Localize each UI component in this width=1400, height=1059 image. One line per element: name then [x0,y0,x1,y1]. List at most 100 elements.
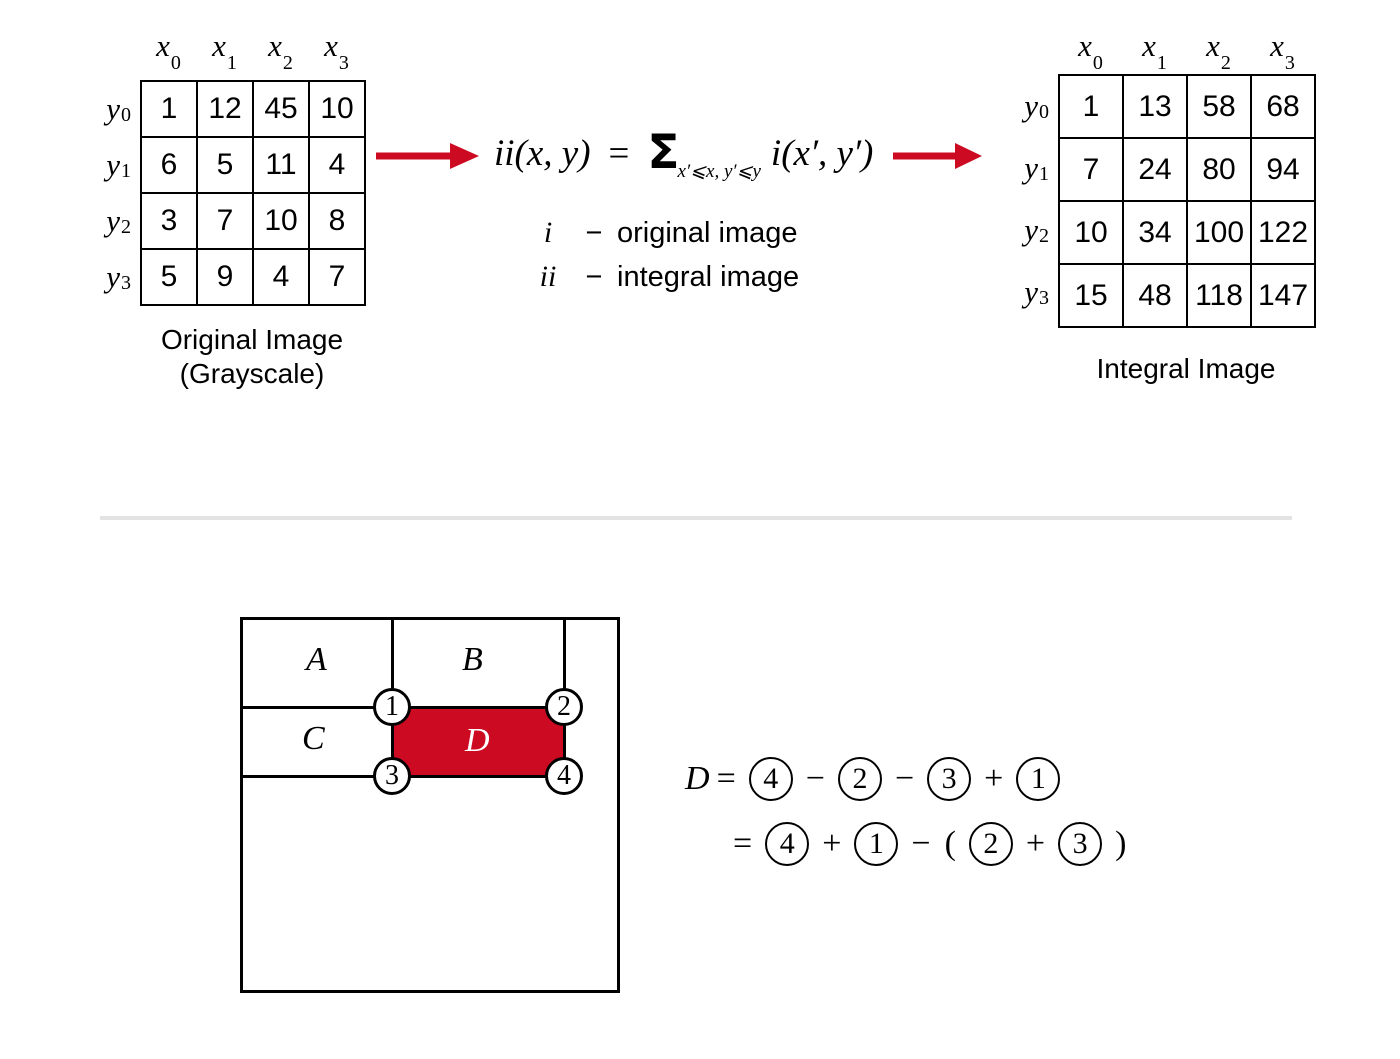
int-row-header-y3-sub: 3 [1039,287,1049,309]
equation-equals-2: = [733,825,753,862]
equation-op-plus-1: + [984,760,1004,797]
table-row: 6 5 11 4 [140,136,366,194]
col-header-x3-sub: 3 [338,52,349,75]
legend-symbol-ii: ii [539,260,557,293]
legend-dash-1: − [585,261,603,293]
cell-y2-x3: 8 [308,192,366,250]
int-row-header-y0-sub: 0 [1039,101,1049,123]
cell-y0-x3: 10 [308,80,366,138]
region-label-c: C [302,720,325,757]
formula-sigma-subscript: x′⩽x, y′⩽y [677,161,761,182]
equation-circle-3b: 3 [1058,822,1103,866]
formula-equals: = [608,133,630,174]
divider-line-bottom-c [240,775,394,778]
equation-op-plus-3: + [1025,825,1046,862]
col-header-x3-base: x [324,28,338,63]
row-header-y1-base: y [106,146,120,182]
col-header-x1-sub: 1 [226,52,237,75]
integral-image-formula: ii(x, y) = Σx′⩽x, y′⩽y i(x′, y′) [494,122,874,182]
equation-paren-close: ) [1115,825,1127,862]
int-col-header-x2-base: x [1206,28,1220,63]
table-row: 3 7 10 8 [140,192,366,250]
col-header-x0-sub: 0 [170,52,181,75]
int-cell-y0-x1: 13 [1122,74,1188,139]
int-cell-y1-x0: 7 [1058,137,1124,202]
col-header-x1-base: x [212,28,226,63]
cell-y3-x3: 7 [308,248,366,306]
int-cell-y3-x3: 147 [1250,263,1316,328]
corner-marker-4: 4 [545,757,583,795]
region-diagram: A B C D 1 2 3 4 [240,617,620,993]
row-header-y1-sub: 1 [121,160,131,182]
table-row: 5 9 4 7 [140,248,366,306]
row-header-y3-sub: 3 [121,272,131,294]
original-table-row-headers: y0 y1 y2 y3 [78,80,131,304]
table-row: 15 48 118 147 [1058,263,1316,328]
int-cell-y0-x0: 1 [1058,74,1124,139]
equation-op-plus-2: + [822,825,842,862]
int-col-header-x0-sub: 0 [1092,52,1103,75]
equation-circle-1b: 1 [854,822,899,866]
region-label-a: A [306,641,327,678]
equation-equals-1: = [716,760,736,797]
integral-table-column-headers: x0 x1 x2 x3 [1058,28,1314,73]
legend-text-integral-image: integral image [617,261,800,293]
cell-y0-x1: 12 [196,80,254,138]
formula-summand: i(x′, y′) [770,133,874,174]
row-header-y2-base: y [106,202,120,238]
cell-y1-x1: 5 [196,136,254,194]
legend-dash-0: − [585,217,603,249]
legend-symbol-i: i [543,216,553,249]
region-label-d: D [465,722,490,759]
legend-row-integral: ii − integral image [525,260,800,294]
original-image-caption-line1: Original Image [160,324,344,355]
int-cell-y2-x0: 10 [1058,200,1124,265]
row-header-y0-sub: 0 [121,104,131,126]
int-col-header-x3-base: x [1270,28,1284,63]
int-col-header-x0-base: x [1078,28,1092,63]
equation-circle-3a: 3 [927,757,972,801]
int-cell-y1-x3: 94 [1250,137,1316,202]
corner-marker-2: 2 [545,688,583,726]
equation-circle-4a: 4 [748,757,793,801]
right-arrow-icon [893,136,983,181]
table-row: 1 12 45 10 [140,80,366,138]
table-row: 1 13 58 68 [1058,74,1316,139]
col-header-x0-base: x [156,28,170,63]
integral-table-row-headers: y0 y1 y2 y3 [996,74,1049,322]
original-image-caption-line2: (Grayscale) [179,358,325,390]
cell-y1-x0: 6 [140,136,198,194]
int-col-header-x3-sub: 3 [1284,52,1295,75]
int-row-header-y2-base: y [1024,211,1038,247]
int-cell-y0-x3: 68 [1250,74,1316,139]
int-cell-y2-x3: 122 [1250,200,1316,265]
left-arrow-icon [376,136,480,181]
divider-line-ac [240,706,394,709]
integral-image-caption: Integral Image [1046,352,1326,386]
int-row-header-y0-base: y [1024,87,1038,123]
integral-image-matrix: 1 13 58 68 7 24 80 94 10 34 100 122 15 4… [1058,74,1316,328]
table-row: 7 24 80 94 [1058,137,1316,202]
row-header-y3-base: y [106,258,120,294]
row-header-y0-base: y [106,90,120,126]
original-table-column-headers: x0 x1 x2 x3 [140,28,364,73]
cell-y1-x2: 11 [252,136,310,194]
int-cell-y2-x1: 34 [1122,200,1188,265]
cell-y2-x1: 7 [196,192,254,250]
int-cell-y3-x0: 15 [1058,263,1124,328]
equation-line-2: = 4 + 1 − ( 2 + 3 ) [726,822,1133,866]
region-label-b: B [462,641,483,678]
sigma-icon: Σ [647,125,680,180]
cell-y3-x0: 5 [140,248,198,306]
cell-y2-x2: 10 [252,192,310,250]
cell-y0-x2: 45 [252,80,310,138]
formula-lhs: ii(x, y) [494,133,591,174]
int-row-header-y1-base: y [1024,149,1038,185]
cell-y3-x1: 9 [196,248,254,306]
int-cell-y3-x2: 118 [1186,263,1252,328]
int-cell-y1-x2: 80 [1186,137,1252,202]
corner-marker-3: 3 [373,757,411,795]
divider-line-top-d [392,706,566,709]
row-header-y2-sub: 2 [121,216,131,238]
int-cell-y2-x2: 100 [1186,200,1252,265]
